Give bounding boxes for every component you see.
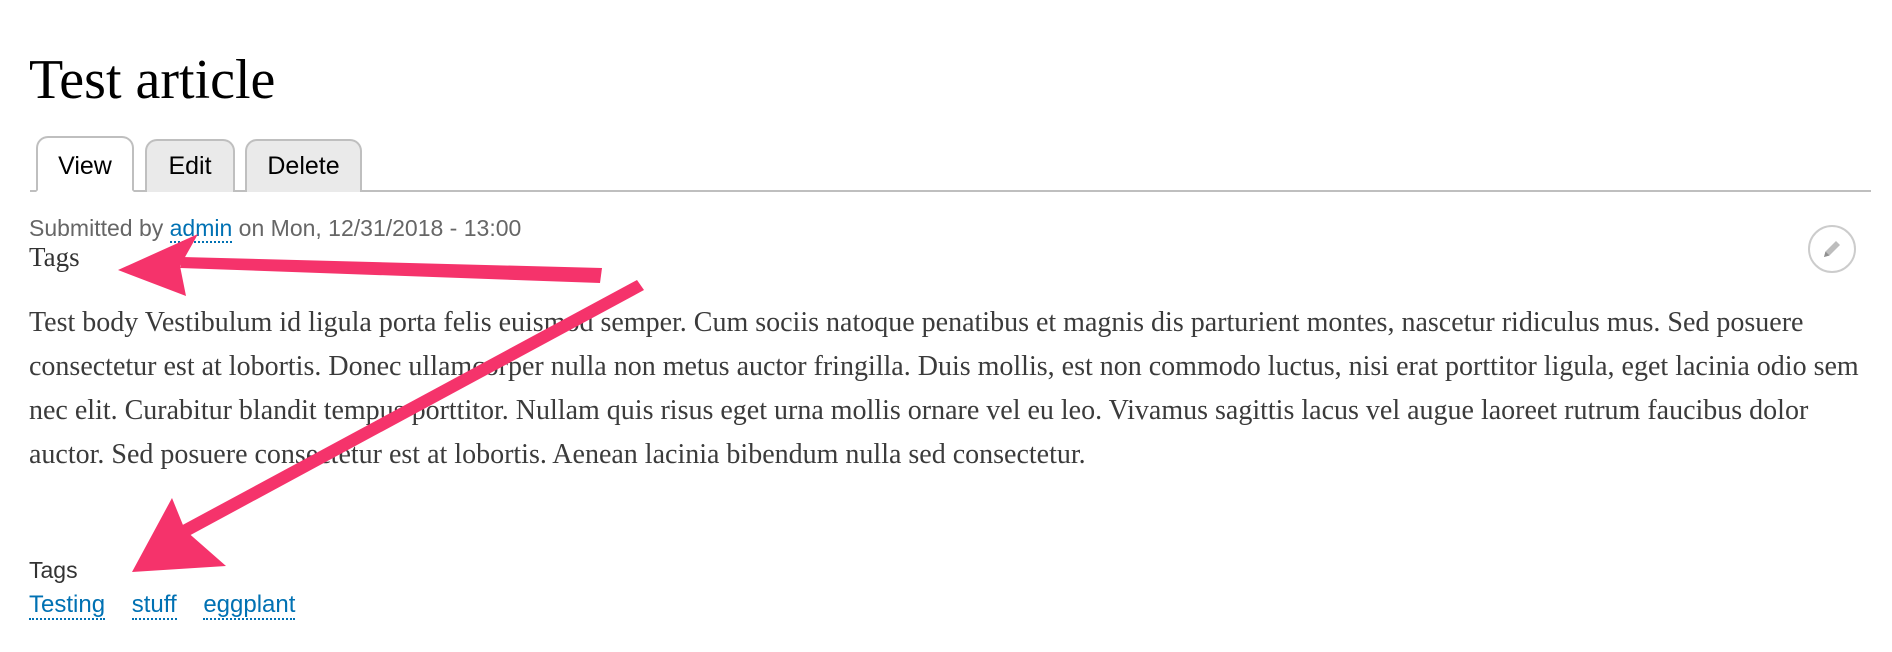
submitted-date: on Mon, 12/31/2018 - 13:00 (232, 215, 522, 241)
tags-list: Testing stuff eggplant (29, 590, 315, 620)
pencil-icon (1824, 241, 1840, 257)
tag-link-testing[interactable]: Testing (29, 591, 106, 620)
author-link[interactable]: admin (169, 215, 233, 243)
tag-link-eggplant[interactable]: eggplant (203, 591, 296, 620)
article-page: Test article View Edit Delete Submitted … (0, 0, 1892, 652)
tags-field-label: Tags (29, 557, 78, 583)
tab-edit[interactable]: Edit (145, 139, 235, 192)
article-body: Test body Vestibulum id ligula porta fel… (29, 307, 1859, 470)
submitted-prefix: Submitted by (29, 215, 170, 241)
tab-delete[interactable]: Delete (245, 139, 362, 192)
submitted-info: Submitted by admin on Mon, 12/31/2018 - … (29, 214, 522, 243)
page-title: Test article (29, 49, 276, 111)
contextual-edit-button[interactable] (1808, 225, 1856, 273)
tag-link-stuff[interactable]: stuff (131, 591, 177, 620)
annotation-arrow-top (118, 234, 602, 296)
local-tasks-tabs: View Edit Delete (30, 136, 1871, 192)
tab-view[interactable]: View (36, 136, 134, 192)
tags-heading: Tags (29, 242, 80, 272)
